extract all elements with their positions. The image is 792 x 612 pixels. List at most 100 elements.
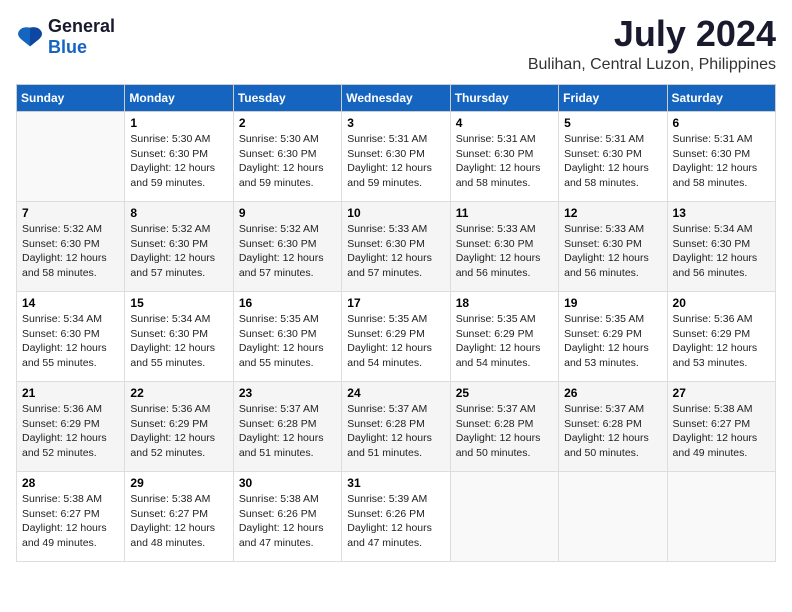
day-number: 6 [673, 116, 770, 130]
calendar-cell: 2 Sunrise: 5:30 AM Sunset: 6:30 PM Daylig… [233, 112, 341, 202]
day-number: 9 [239, 206, 336, 220]
day-info: Sunrise: 5:36 AM Sunset: 6:29 PM Dayligh… [673, 312, 770, 371]
header-row: Sunday Monday Tuesday Wednesday Thursday… [17, 85, 776, 112]
calendar-cell: 25Sunrise: 5:37 AM Sunset: 6:28 PM Dayli… [450, 382, 558, 472]
calendar-cell: 14 Sunrise: 5:34 AM Sunset: 6:30 PM Dayli… [17, 292, 125, 382]
calendar-week-3: 21 Sunrise: 5:36 AM Sunset: 6:29 PM Dayli… [17, 382, 776, 472]
calendar-cell: 11 Sunrise: 5:33 AM Sunset: 6:30 PM Dayli… [450, 202, 558, 292]
logo-text: General Blue [48, 16, 115, 58]
calendar-week-4: 28 Sunrise: 5:38 AM Sunset: 6:27 PM Dayli… [17, 472, 776, 562]
day-number: 11 [456, 206, 553, 220]
header-wednesday: Wednesday [342, 85, 450, 112]
day-number: 26 [564, 386, 661, 400]
day-info: Sunrise: 5:31 AM Sunset: 6:30 PM Dayligh… [564, 132, 661, 191]
calendar-cell: 28 Sunrise: 5:38 AM Sunset: 6:27 PM Dayli… [17, 472, 125, 562]
calendar-week-1: 7 Sunrise: 5:32 AM Sunset: 6:30 PM Daylig… [17, 202, 776, 292]
day-number: 25 [456, 386, 553, 400]
day-number: 20 [673, 296, 770, 310]
header-sunday: Sunday [17, 85, 125, 112]
day-number: 14 [22, 296, 119, 310]
day-info: Sunrise: 5:36 AM Sunset: 6:29 PM Dayligh… [130, 402, 227, 461]
calendar-header: Sunday Monday Tuesday Wednesday Thursday… [17, 85, 776, 112]
day-number: 13 [673, 206, 770, 220]
day-number: 2 [239, 116, 336, 130]
calendar-cell: 1 Sunrise: 5:30 AM Sunset: 6:30 PM Daylig… [125, 112, 233, 202]
day-info: Sunrise: 5:38 AM Sunset: 6:27 PM Dayligh… [22, 492, 119, 551]
month-title: July 2024 [528, 16, 776, 52]
day-number: 10 [347, 206, 444, 220]
day-number: 30 [239, 476, 336, 490]
day-number: 29 [130, 476, 227, 490]
day-info: Sunrise: 5:38 AM Sunset: 6:27 PM Dayligh… [673, 402, 770, 461]
day-info: Sunrise: 5:32 AM Sunset: 6:30 PM Dayligh… [22, 222, 119, 281]
day-number: 16 [239, 296, 336, 310]
day-number: 27 [673, 386, 770, 400]
day-number: 28 [22, 476, 119, 490]
day-number: 12 [564, 206, 661, 220]
header-saturday: Saturday [667, 85, 775, 112]
day-info: Sunrise: 5:30 AM Sunset: 6:30 PM Dayligh… [130, 132, 227, 191]
day-info: Sunrise: 5:37 AM Sunset: 6:28 PM Dayligh… [347, 402, 444, 461]
header-tuesday: Tuesday [233, 85, 341, 112]
day-number: 3 [347, 116, 444, 130]
calendar-cell [17, 112, 125, 202]
calendar-cell: 13 Sunrise: 5:34 AM Sunset: 6:30 PM Dayli… [667, 202, 775, 292]
calendar-week-0: 1 Sunrise: 5:30 AM Sunset: 6:30 PM Daylig… [17, 112, 776, 202]
logo-blue: Blue [48, 37, 87, 57]
title-block: July 2024 Bulihan, Central Luzon, Philip… [528, 16, 776, 74]
day-info: Sunrise: 5:35 AM Sunset: 6:29 PM Dayligh… [564, 312, 661, 371]
calendar-cell: 27 Sunrise: 5:38 AM Sunset: 6:27 PM Dayli… [667, 382, 775, 472]
calendar-cell: 22 Sunrise: 5:36 AM Sunset: 6:29 PM Dayli… [125, 382, 233, 472]
day-number: 8 [130, 206, 227, 220]
calendar-cell: 19Sunrise: 5:35 AM Sunset: 6:29 PM Dayli… [559, 292, 667, 382]
day-number: 22 [130, 386, 227, 400]
calendar-cell: 8Sunrise: 5:32 AM Sunset: 6:30 PM Daylig… [125, 202, 233, 292]
day-info: Sunrise: 5:30 AM Sunset: 6:30 PM Dayligh… [239, 132, 336, 191]
day-info: Sunrise: 5:34 AM Sunset: 6:30 PM Dayligh… [130, 312, 227, 371]
day-number: 5 [564, 116, 661, 130]
day-info: Sunrise: 5:34 AM Sunset: 6:30 PM Dayligh… [22, 312, 119, 371]
logo-general: General [48, 16, 115, 36]
calendar-cell [450, 472, 558, 562]
calendar-cell: 29 Sunrise: 5:38 AM Sunset: 6:27 PM Dayli… [125, 472, 233, 562]
day-info: Sunrise: 5:35 AM Sunset: 6:29 PM Dayligh… [456, 312, 553, 371]
calendar-cell: 16 Sunrise: 5:35 AM Sunset: 6:30 PM Dayli… [233, 292, 341, 382]
day-info: Sunrise: 5:34 AM Sunset: 6:30 PM Dayligh… [673, 222, 770, 281]
header-thursday: Thursday [450, 85, 558, 112]
day-info: Sunrise: 5:37 AM Sunset: 6:28 PM Dayligh… [564, 402, 661, 461]
day-number: 17 [347, 296, 444, 310]
calendar-cell: 20 Sunrise: 5:36 AM Sunset: 6:29 PM Dayli… [667, 292, 775, 382]
day-info: Sunrise: 5:32 AM Sunset: 6:30 PM Dayligh… [239, 222, 336, 281]
day-info: Sunrise: 5:31 AM Sunset: 6:30 PM Dayligh… [347, 132, 444, 191]
day-info: Sunrise: 5:35 AM Sunset: 6:30 PM Dayligh… [239, 312, 336, 371]
day-number: 18 [456, 296, 553, 310]
calendar-cell [559, 472, 667, 562]
page-header: General Blue July 2024 Bulihan, Central … [16, 16, 776, 74]
calendar-cell: 6 Sunrise: 5:31 AM Sunset: 6:30 PM Daylig… [667, 112, 775, 202]
calendar-cell [667, 472, 775, 562]
day-info: Sunrise: 5:33 AM Sunset: 6:30 PM Dayligh… [564, 222, 661, 281]
header-friday: Friday [559, 85, 667, 112]
day-info: Sunrise: 5:33 AM Sunset: 6:30 PM Dayligh… [456, 222, 553, 281]
day-number: 4 [456, 116, 553, 130]
calendar-cell: 12 Sunrise: 5:33 AM Sunset: 6:30 PM Dayli… [559, 202, 667, 292]
header-monday: Monday [125, 85, 233, 112]
logo: General Blue [16, 16, 115, 58]
calendar-cell: 23 Sunrise: 5:37 AM Sunset: 6:28 PM Dayli… [233, 382, 341, 472]
day-info: Sunrise: 5:38 AM Sunset: 6:27 PM Dayligh… [130, 492, 227, 551]
day-number: 7 [22, 206, 119, 220]
day-number: 31 [347, 476, 444, 490]
day-info: Sunrise: 5:36 AM Sunset: 6:29 PM Dayligh… [22, 402, 119, 461]
day-info: Sunrise: 5:37 AM Sunset: 6:28 PM Dayligh… [239, 402, 336, 461]
day-info: Sunrise: 5:38 AM Sunset: 6:26 PM Dayligh… [239, 492, 336, 551]
day-info: Sunrise: 5:31 AM Sunset: 6:30 PM Dayligh… [673, 132, 770, 191]
day-number: 23 [239, 386, 336, 400]
calendar-cell: 15 Sunrise: 5:34 AM Sunset: 6:30 PM Dayli… [125, 292, 233, 382]
day-number: 15 [130, 296, 227, 310]
calendar-cell: 9 Sunrise: 5:32 AM Sunset: 6:30 PM Daylig… [233, 202, 341, 292]
day-number: 21 [22, 386, 119, 400]
calendar-cell: 30 Sunrise: 5:38 AM Sunset: 6:26 PM Dayli… [233, 472, 341, 562]
day-info: Sunrise: 5:33 AM Sunset: 6:30 PM Dayligh… [347, 222, 444, 281]
logo-icon [16, 23, 44, 51]
day-number: 1 [130, 116, 227, 130]
